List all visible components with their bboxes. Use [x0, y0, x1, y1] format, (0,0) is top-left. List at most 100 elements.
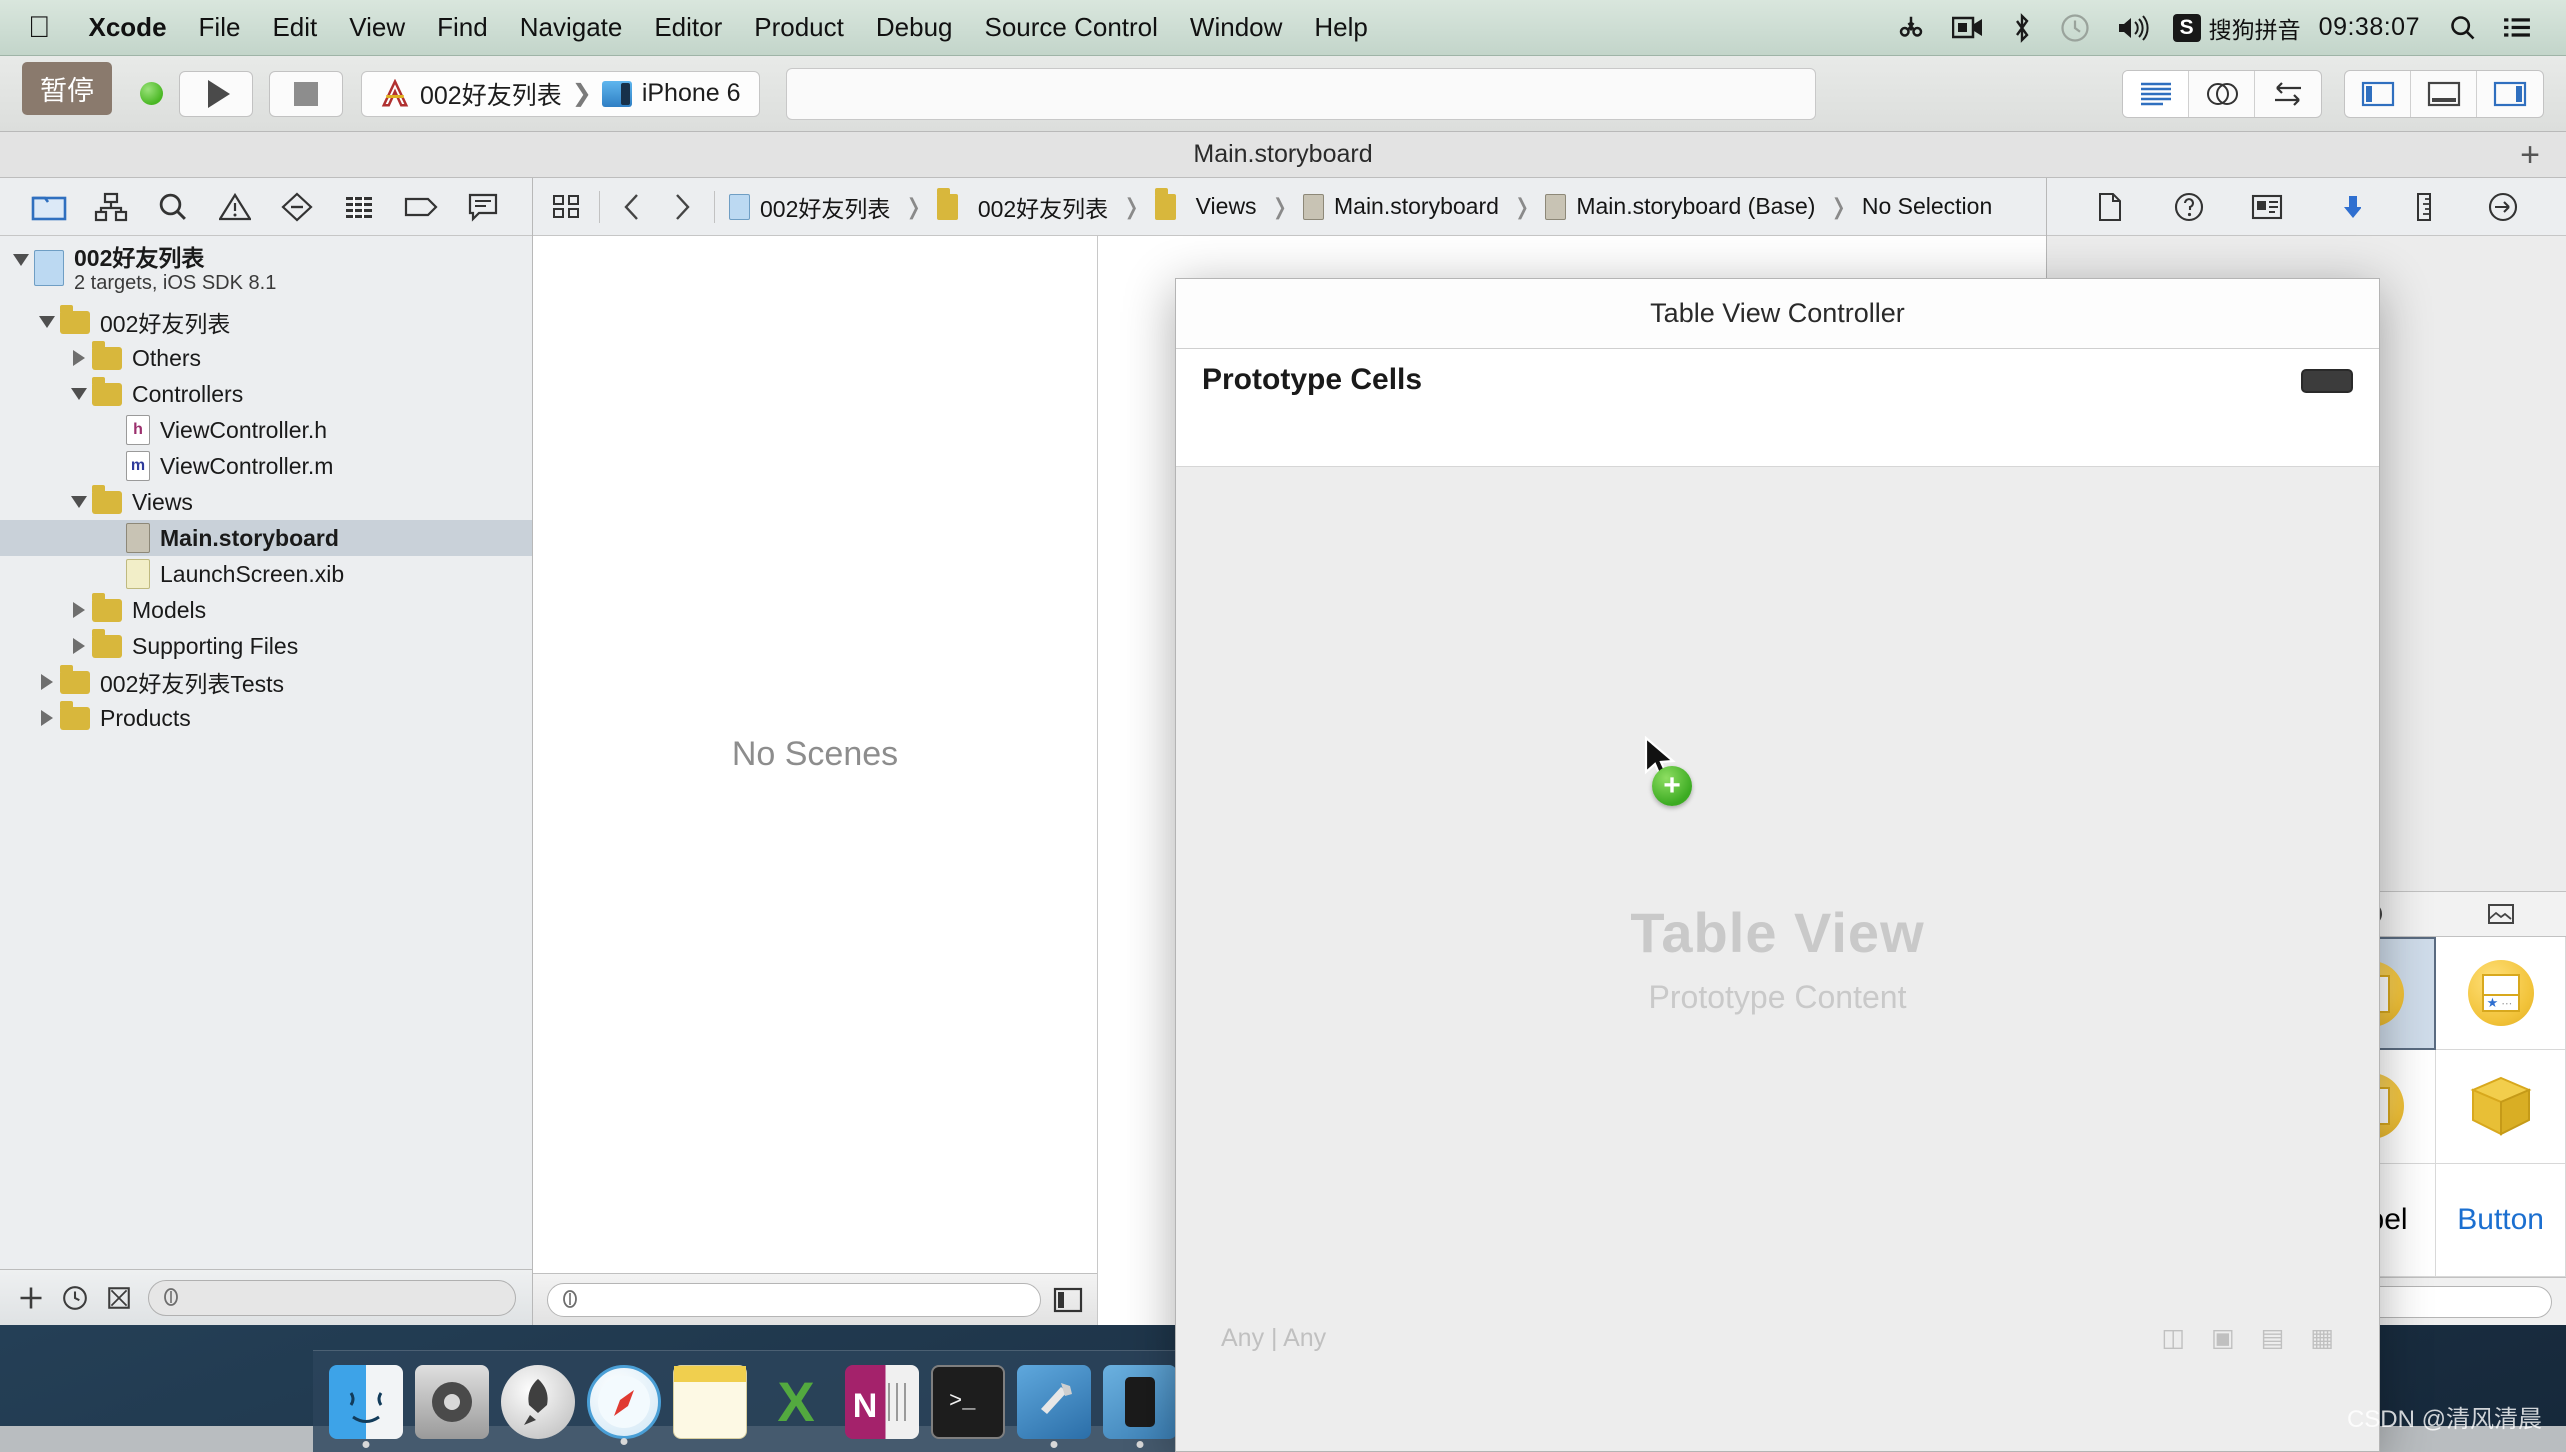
breadcrumb-item-selection[interactable]: No Selection — [1862, 193, 1992, 220]
disclosure-triangle[interactable] — [66, 602, 92, 618]
disclosure-triangle[interactable] — [66, 350, 92, 366]
tree-row-viewcontroller-m[interactable]: m ViewController.m — [0, 448, 532, 484]
assistant-editor-button[interactable] — [2189, 70, 2255, 117]
align-icon[interactable]: ◫ — [2162, 1323, 2186, 1353]
file-inspector-tab[interactable] — [2088, 187, 2132, 227]
disclosure-triangle[interactable] — [66, 638, 92, 654]
media-library-tab[interactable] — [2486, 899, 2516, 929]
input-method-label[interactable]: 搜狗拼音 — [2209, 11, 2301, 45]
tree-row-supporting-files[interactable]: Supporting Files — [0, 628, 532, 664]
clock-icon[interactable] — [2060, 13, 2090, 43]
embed-in-icon[interactable]: ▦ — [2310, 1323, 2334, 1353]
library-item-button[interactable]: Button — [2436, 1163, 2566, 1277]
breakpoint-navigator-tab[interactable] — [398, 187, 444, 227]
dock-simulator[interactable] — [1103, 1364, 1177, 1448]
menu-item-view[interactable]: View — [333, 12, 421, 43]
library-item-object[interactable] — [2436, 1050, 2566, 1164]
menu-item-window[interactable]: Window — [1174, 12, 1298, 43]
apple-logo-icon[interactable]:  — [28, 12, 51, 43]
spotlight-search-icon[interactable] — [2449, 14, 2477, 42]
breadcrumb-item-views[interactable]: Views — [1196, 193, 1257, 220]
quick-help-inspector-tab[interactable] — [2167, 187, 2211, 227]
tree-row-launchscreen-xib[interactable]: LaunchScreen.xib — [0, 556, 532, 592]
table-view-body[interactable]: Table View Prototype Content — [1176, 467, 2379, 1451]
scissors-icon[interactable] — [1896, 13, 1926, 43]
tree-row-products[interactable]: Products — [0, 700, 532, 736]
menu-item-debug[interactable]: Debug — [860, 12, 969, 43]
tree-row-viewcontroller-h[interactable]: h ViewController.h — [0, 412, 532, 448]
test-navigator-tab[interactable] — [274, 187, 320, 227]
toggle-navigator-button[interactable] — [2345, 70, 2411, 117]
debug-navigator-tab[interactable] — [336, 187, 382, 227]
tree-row-controllers[interactable]: Controllers — [0, 376, 532, 412]
tree-row-project[interactable]: 002好友列表 2 targets, iOS SDK 8.1 — [0, 244, 532, 304]
tree-row-others[interactable]: Others — [0, 340, 532, 376]
menu-item-editor[interactable]: Editor — [638, 12, 738, 43]
resolve-issues-icon[interactable]: ▤ — [2261, 1323, 2285, 1353]
menu-item-xcode[interactable]: Xcode — [73, 12, 183, 43]
chevron-right-icon[interactable] — [664, 190, 700, 224]
disclosure-triangle[interactable] — [34, 316, 60, 328]
project-navigator-tab[interactable] — [26, 187, 72, 227]
plus-icon[interactable] — [16, 1283, 46, 1313]
dock-xcode[interactable] — [1017, 1364, 1091, 1448]
clock-icon[interactable] — [60, 1283, 90, 1313]
floating-storyboard-window[interactable]: Table View Controller Prototype Cells Ta… — [1175, 278, 2380, 1452]
dock-notes[interactable] — [673, 1364, 747, 1439]
menu-item-file[interactable]: File — [183, 12, 257, 43]
add-tab-button[interactable]: + — [2520, 138, 2540, 172]
disclosure-triangle[interactable] — [34, 710, 60, 726]
source-control-filter-icon[interactable] — [104, 1283, 134, 1313]
menu-item-find[interactable]: Find — [421, 12, 504, 43]
related-items-icon[interactable] — [549, 190, 585, 224]
scheme-selector[interactable]: 002好友列表 ❯ iPhone 6 — [361, 70, 760, 117]
dock-system-preferences[interactable] — [415, 1364, 489, 1439]
library-item-table-view-cell[interactable]: ★ ⋯ — [2436, 937, 2566, 1051]
breadcrumb-item-storyboard[interactable]: Main.storyboard — [1334, 193, 1499, 220]
report-navigator-tab[interactable] — [460, 187, 506, 227]
pause-tooltip[interactable]: 暂停 — [22, 62, 112, 115]
dock-launchpad[interactable] — [501, 1364, 575, 1439]
breadcrumb-item-group[interactable]: 002好友列表 — [978, 190, 1108, 224]
menu-item-navigate[interactable]: Navigate — [504, 12, 639, 43]
size-inspector-tab[interactable] — [2402, 187, 2446, 227]
connections-inspector-tab[interactable] — [2481, 187, 2525, 227]
document-outline-toggle-button[interactable] — [1053, 1285, 1083, 1315]
version-editor-button[interactable] — [2255, 71, 2321, 117]
pin-icon[interactable]: ▣ — [2211, 1323, 2235, 1353]
standard-editor-button[interactable] — [2123, 70, 2189, 117]
dock-safari[interactable] — [587, 1364, 661, 1445]
disclosure-triangle[interactable] — [8, 254, 34, 266]
sogou-input-badge[interactable]: S — [2172, 13, 2201, 42]
bluetooth-icon[interactable] — [2010, 12, 2034, 43]
toggle-utilities-button[interactable] — [2477, 71, 2543, 117]
menu-bar-clock[interactable]: 09:38:07 — [2319, 13, 2420, 42]
tree-row-models[interactable]: Models — [0, 592, 532, 628]
tree-row-views[interactable]: Views — [0, 484, 532, 520]
tree-row-main-storyboard[interactable]: Main.storyboard — [0, 520, 532, 556]
size-class-bar[interactable]: Any | Any ◫ ▣ ▤ ▦ — [1175, 1310, 2380, 1366]
breadcrumb-item-project[interactable]: 002好友列表 — [760, 190, 890, 224]
run-button[interactable] — [179, 70, 253, 117]
dock-finder[interactable] — [329, 1364, 403, 1448]
menu-item-source-control[interactable]: Source Control — [969, 12, 1174, 43]
symbol-navigator-tab[interactable] — [88, 187, 134, 227]
toggle-debug-area-button[interactable] — [2411, 70, 2477, 117]
notification-center-icon[interactable] — [2503, 15, 2531, 41]
tree-row-tests[interactable]: 002好友列表Tests — [0, 664, 532, 700]
outline-filter-input[interactable] — [547, 1282, 1041, 1317]
chevron-left-icon[interactable] — [614, 190, 650, 224]
dock-onenote[interactable]: N — [845, 1364, 919, 1439]
disclosure-triangle[interactable] — [34, 674, 60, 690]
issue-navigator-tab[interactable] — [212, 187, 258, 227]
stop-button[interactable] — [269, 70, 343, 117]
menu-item-edit[interactable]: Edit — [256, 12, 333, 43]
dock-terminal[interactable]: >_ — [931, 1364, 1005, 1439]
dock-excel[interactable]: X — [759, 1365, 833, 1439]
disclosure-triangle[interactable] — [66, 496, 92, 508]
volume-icon[interactable] — [2116, 14, 2150, 42]
navigator-filter-input[interactable] — [148, 1279, 516, 1316]
menu-item-help[interactable]: Help — [1298, 12, 1383, 43]
tree-row-group[interactable]: 002好友列表 — [0, 304, 532, 340]
identity-inspector-tab[interactable] — [2245, 187, 2289, 227]
